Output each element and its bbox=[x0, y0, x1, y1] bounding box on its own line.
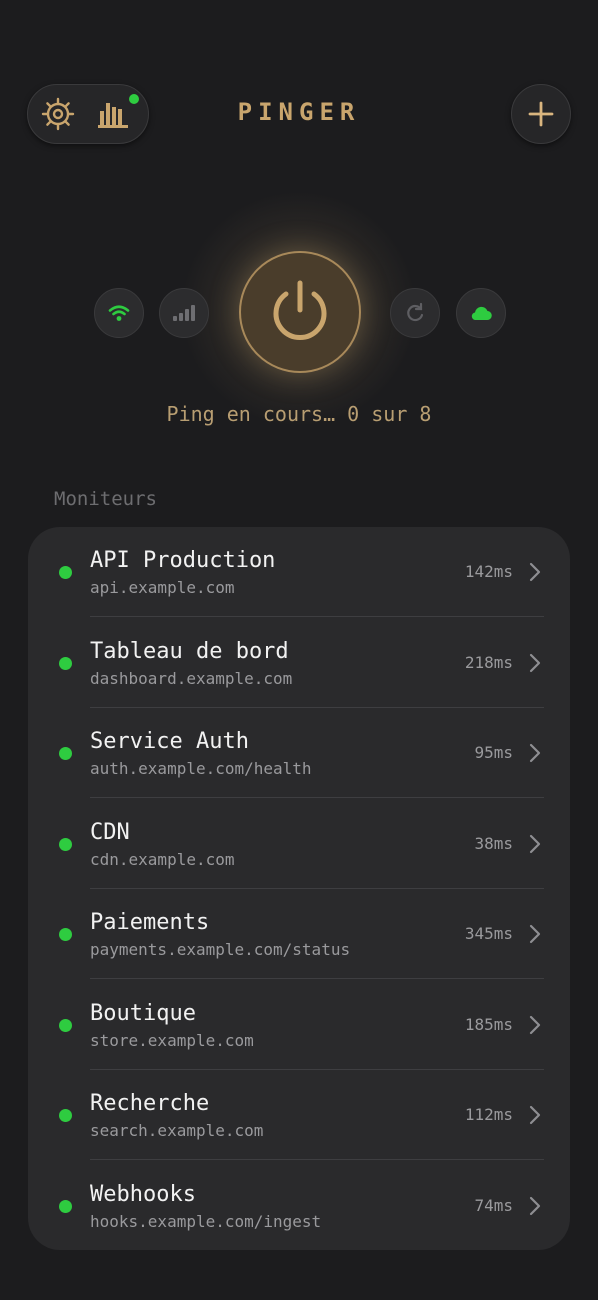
monitor-name: CDN bbox=[90, 820, 130, 845]
divider bbox=[90, 1159, 544, 1160]
chevron-right-icon bbox=[529, 1015, 541, 1035]
wifi-button[interactable] bbox=[94, 288, 144, 338]
signal-button[interactable] bbox=[159, 288, 209, 338]
chevron-right-icon bbox=[529, 834, 541, 854]
chevron-right-icon bbox=[529, 743, 541, 763]
header-pill bbox=[27, 84, 149, 144]
cellular-signal-icon bbox=[173, 305, 195, 321]
monitor-url: auth.example.com/health bbox=[90, 759, 312, 778]
cloud-icon bbox=[471, 306, 492, 321]
monitor-url: cdn.example.com bbox=[90, 850, 235, 869]
monitor-url: payments.example.com/status bbox=[90, 940, 351, 959]
divider bbox=[90, 978, 544, 979]
refresh-icon bbox=[407, 302, 424, 322]
monitor-latency: 112ms bbox=[464, 1105, 513, 1124]
monitor-name: Boutique bbox=[90, 1001, 196, 1026]
wifi-icon bbox=[108, 305, 130, 321]
monitor-list: API Production api.example.com 142ms Tab… bbox=[28, 527, 570, 1250]
status-dot bbox=[59, 1109, 72, 1122]
monitor-url: store.example.com bbox=[90, 1031, 254, 1050]
monitor-name: Tableau de bord bbox=[90, 639, 289, 664]
monitor-latency: 345ms bbox=[464, 924, 513, 943]
monitor-latency: 38ms bbox=[474, 834, 513, 853]
monitor-url: dashboard.example.com bbox=[90, 669, 293, 688]
monitor-row[interactable]: API Production api.example.com 142ms bbox=[28, 527, 570, 617]
status-dot bbox=[59, 1200, 72, 1213]
monitor-url: api.example.com bbox=[90, 578, 235, 597]
monitor-url: hooks.example.com/ingest bbox=[90, 1212, 322, 1231]
chevron-right-icon bbox=[529, 1105, 541, 1125]
ping-status: Ping en cours… 0 sur 8 bbox=[166, 402, 432, 426]
status-dot bbox=[59, 657, 72, 670]
monitor-name: Service Auth bbox=[90, 729, 249, 754]
control-row bbox=[0, 190, 598, 428]
monitor-latency: 74ms bbox=[474, 1196, 513, 1215]
monitor-latency: 95ms bbox=[474, 743, 513, 762]
app-title: PINGER bbox=[237, 98, 361, 126]
monitor-name: Paiements bbox=[90, 910, 210, 935]
monitor-row[interactable]: Boutique store.example.com 185ms bbox=[28, 980, 570, 1070]
status-dot bbox=[59, 838, 72, 851]
status-dot bbox=[59, 928, 72, 941]
notification-badge bbox=[129, 94, 139, 104]
monitor-row[interactable]: Recherche search.example.com 112ms bbox=[28, 1070, 570, 1160]
power-icon bbox=[273, 280, 327, 340]
monitor-latency: 185ms bbox=[464, 1015, 513, 1034]
monitor-url: search.example.com bbox=[90, 1121, 264, 1140]
bar-chart-icon[interactable] bbox=[96, 97, 130, 131]
refresh-button[interactable] bbox=[390, 288, 440, 338]
top-bar: PINGER bbox=[27, 84, 571, 144]
monitor-latency: 218ms bbox=[464, 653, 513, 672]
chevron-right-icon bbox=[529, 653, 541, 673]
monitor-name: Webhooks bbox=[90, 1182, 196, 1207]
monitor-row[interactable]: CDN cdn.example.com 38ms bbox=[28, 799, 570, 889]
monitor-row[interactable]: Paiements payments.example.com/status 34… bbox=[28, 889, 570, 979]
gear-icon[interactable] bbox=[41, 97, 75, 131]
add-monitor-button[interactable] bbox=[511, 84, 571, 144]
status-dot bbox=[59, 747, 72, 760]
divider bbox=[90, 797, 544, 798]
monitor-name: Recherche bbox=[90, 1091, 210, 1116]
chevron-right-icon bbox=[529, 562, 541, 582]
power-button[interactable] bbox=[239, 251, 361, 373]
chevron-right-icon bbox=[529, 924, 541, 944]
chevron-right-icon bbox=[529, 1196, 541, 1216]
plus-icon bbox=[528, 101, 554, 127]
divider bbox=[90, 616, 544, 617]
monitor-row[interactable]: Service Auth auth.example.com/health 95m… bbox=[28, 708, 570, 798]
status-dot bbox=[59, 1019, 72, 1032]
monitor-row[interactable]: Tableau de bord dashboard.example.com 21… bbox=[28, 618, 570, 708]
cloud-button[interactable] bbox=[456, 288, 506, 338]
monitor-name: API Production bbox=[90, 548, 276, 573]
monitors-section-label: Moniteurs bbox=[54, 488, 157, 510]
monitor-latency: 142ms bbox=[464, 562, 513, 581]
monitor-row[interactable]: Webhooks hooks.example.com/ingest 74ms bbox=[28, 1161, 570, 1251]
status-dot bbox=[59, 566, 72, 579]
